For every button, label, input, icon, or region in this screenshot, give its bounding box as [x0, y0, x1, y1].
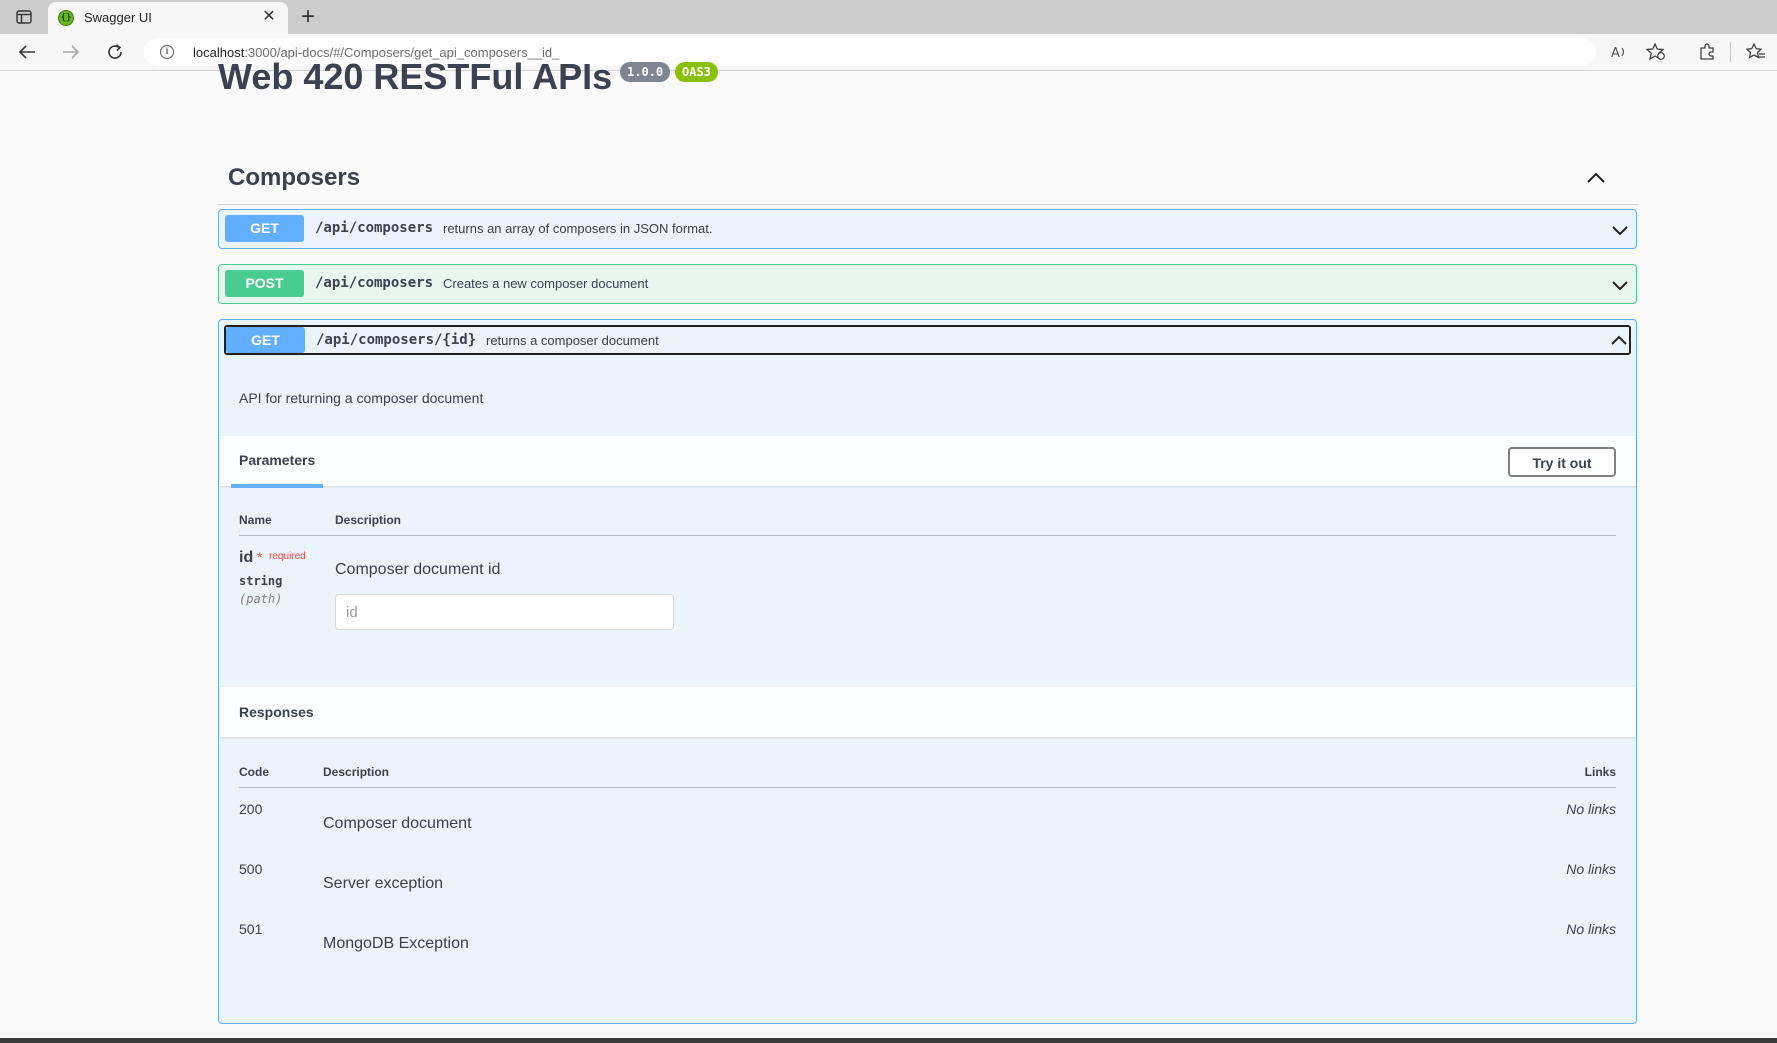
method-badge: POST: [225, 270, 304, 297]
column-header-description: Description: [323, 765, 390, 779]
responses-header: Responses: [219, 687, 1636, 737]
tab-sidebar-icon: [16, 10, 32, 24]
opblock-summary[interactable]: POST /api/composers Creates a new compos…: [219, 265, 1636, 303]
parameter-name: id: [239, 549, 254, 566]
opblock-post-composers[interactable]: POST /api/composers Creates a new compos…: [218, 264, 1637, 304]
responses-title: Responses: [239, 704, 314, 720]
try-it-out-button[interactable]: Try it out: [1508, 447, 1616, 477]
column-header-description: Description: [335, 513, 402, 527]
site-info-icon[interactable]: i: [160, 45, 174, 59]
opblock-summary[interactable]: GET /api/composers/{id} returns a compos…: [224, 325, 1631, 355]
operation-description: API for returning a composer document: [239, 390, 484, 406]
response-row: 200 Composer document No links: [239, 801, 1616, 857]
response-description: Composer document: [323, 815, 472, 832]
active-tab[interactable]: {} Swagger UI ✕: [48, 2, 288, 34]
read-aloud-icon[interactable]: A: [1608, 40, 1632, 64]
response-code: 501: [239, 921, 263, 937]
column-header-links: Links: [1584, 765, 1616, 779]
svg-text:A: A: [1611, 46, 1620, 60]
arrow-left-icon: [18, 45, 35, 59]
chevron-down-icon[interactable]: [1610, 220, 1630, 240]
method-badge: GET: [226, 327, 305, 353]
opblock-summary[interactable]: GET /api/composers returns an array of c…: [219, 210, 1636, 248]
browser-tab-strip: {} Swagger UI ✕ +: [0, 0, 1777, 34]
response-links: No links: [1566, 861, 1616, 877]
endpoint-summary: returns a composer document: [486, 333, 659, 348]
refresh-button[interactable]: [102, 40, 128, 64]
opblock-get-composers[interactable]: GET /api/composers returns an array of c…: [218, 209, 1637, 249]
parameter-type: string: [239, 574, 283, 588]
chevron-up-icon[interactable]: [1584, 166, 1608, 190]
endpoint-path: /api/composers/{id}: [316, 332, 477, 348]
parameter-location: (path): [239, 592, 283, 606]
tab-parameters[interactable]: Parameters: [231, 436, 324, 488]
back-button[interactable]: [14, 40, 40, 64]
parameters-header: Parameters Try it out: [219, 436, 1636, 488]
chevron-down-icon[interactable]: [1610, 275, 1630, 295]
endpoint-path: /api/composers: [315, 275, 434, 291]
parameters-table-header: Name Description: [239, 505, 1616, 536]
required-star: *: [257, 549, 263, 565]
tab-title: Swagger UI: [84, 10, 152, 25]
column-header-code: Code: [239, 765, 269, 779]
taskbar-edge: [0, 1038, 1777, 1043]
new-tab-button[interactable]: +: [294, 3, 322, 31]
response-code: 500: [239, 861, 263, 877]
required-label: required: [269, 551, 306, 562]
id-input[interactable]: [335, 594, 674, 630]
column-header-name: Name: [239, 513, 272, 527]
favorites-icon[interactable]: [1744, 40, 1768, 64]
refresh-icon: [108, 44, 122, 59]
forward-button[interactable]: [58, 40, 84, 64]
response-description: MongoDB Exception: [323, 935, 469, 952]
oas-badge: OAS3: [675, 62, 718, 82]
extensions-icon[interactable]: [1695, 40, 1719, 64]
arrow-right-icon: [63, 45, 80, 59]
response-description: Server exception: [323, 875, 444, 892]
endpoint-path: /api/composers: [315, 220, 434, 236]
response-links: No links: [1566, 801, 1616, 817]
response-code: 200: [239, 801, 263, 817]
response-row: 500 Server exception No links: [239, 861, 1616, 917]
endpoint-summary: Creates a new composer document: [443, 276, 649, 291]
composers-section-header[interactable]: Composers: [218, 160, 1638, 205]
parameter-description: Composer document id: [335, 561, 501, 578]
version-badge: 1.0.0: [620, 62, 671, 82]
page-title: Web 420 RESTFul APIs: [218, 56, 613, 97]
endpoint-summary: returns an array of composers in JSON fo…: [443, 221, 713, 236]
opblock-get-composer-by-id: GET /api/composers/{id} returns a compos…: [218, 319, 1637, 1024]
response-links: No links: [1566, 921, 1616, 937]
toolbar-divider: [1730, 42, 1731, 62]
responses-table-header: Code Description Links: [239, 757, 1616, 788]
tab-actions-button[interactable]: [10, 5, 38, 29]
section-title: Composers: [228, 164, 361, 191]
method-badge: GET: [225, 215, 304, 242]
tab-close-icon[interactable]: ✕: [260, 8, 278, 26]
response-row: 501 MongoDB Exception No links: [239, 921, 1616, 977]
favorite-star-icon[interactable]: [1644, 40, 1668, 64]
chevron-up-icon[interactable]: [1609, 330, 1629, 350]
swagger-favicon-icon: {}: [58, 10, 74, 26]
